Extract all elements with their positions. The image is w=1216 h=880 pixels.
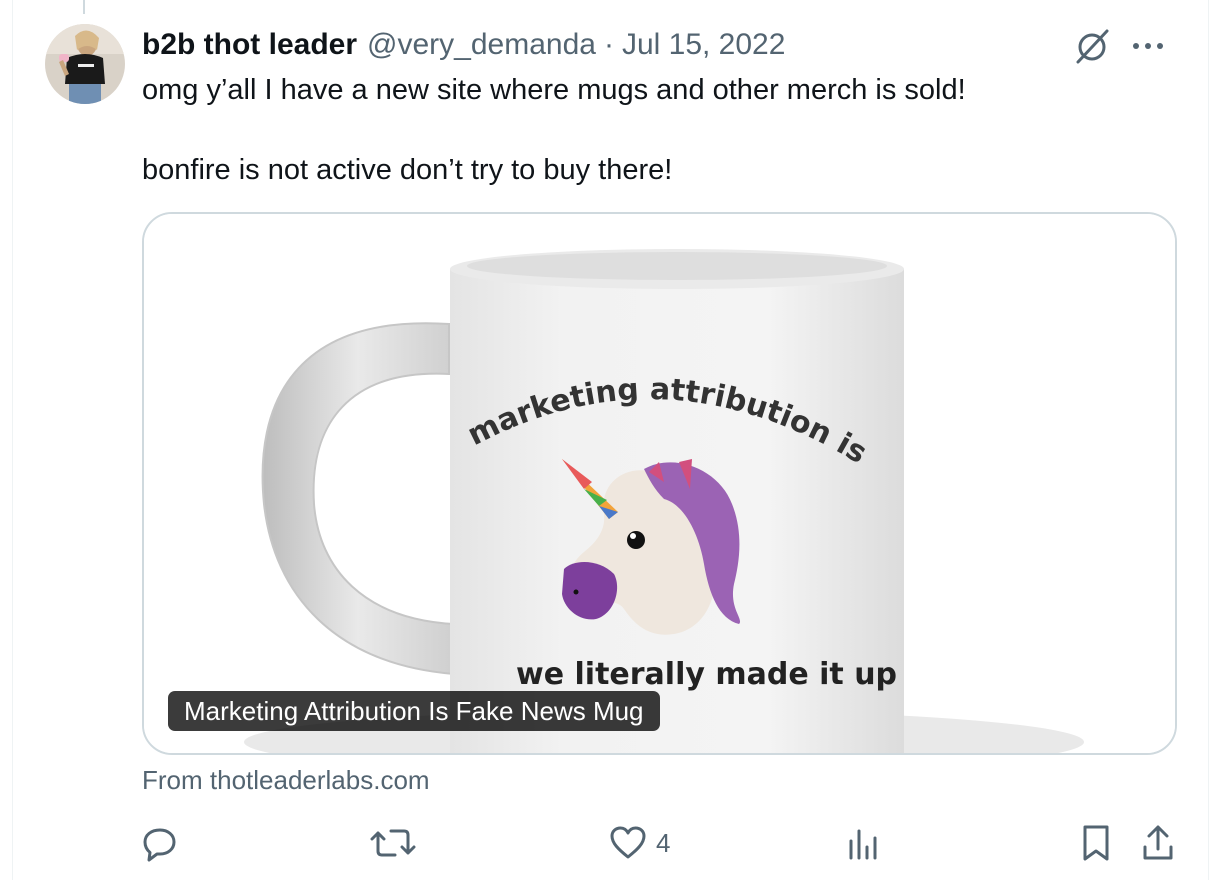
action-bar: 4 bbox=[0, 816, 1216, 870]
bookmark-button[interactable] bbox=[1078, 816, 1114, 870]
heart-icon bbox=[610, 826, 646, 859]
timeline-border-left bbox=[12, 0, 13, 880]
views-button[interactable] bbox=[845, 816, 881, 870]
card-title[interactable]: Marketing Attribution Is Fake News Mug bbox=[168, 691, 660, 731]
tweet-header: b2b thot leader @very_demanda · Jul 15, … bbox=[142, 26, 785, 64]
mug-text-bottom: we literally made it up bbox=[516, 657, 897, 692]
avatar-image bbox=[45, 24, 125, 104]
share-icon bbox=[1143, 825, 1173, 860]
link-card[interactable]: marketing attribution is fake we literal… bbox=[142, 212, 1177, 755]
tweet-text-line: bonfire is not active don’t try to buy t… bbox=[142, 154, 673, 186]
bookmark-icon bbox=[1083, 825, 1109, 861]
tweet-text: omg y’all I have a new site where mugs a… bbox=[142, 70, 1162, 190]
analytics-icon bbox=[849, 829, 877, 860]
card-source-link[interactable]: From thotleaderlabs.com bbox=[142, 762, 430, 798]
thread-connector bbox=[83, 0, 85, 14]
retweet-button[interactable] bbox=[370, 816, 416, 870]
header-icons bbox=[1070, 24, 1170, 68]
tweet-text-line: omg y’all I have a new site where mugs a… bbox=[142, 74, 966, 106]
reply-button[interactable] bbox=[140, 816, 180, 870]
retweet-icon bbox=[370, 829, 416, 857]
tweet-date[interactable]: Jul 15, 2022 bbox=[622, 28, 785, 62]
timeline-border-right bbox=[1208, 0, 1209, 880]
separator-dot: · bbox=[603, 28, 614, 61]
grok-icon[interactable] bbox=[1070, 24, 1114, 68]
avatar[interactable] bbox=[45, 24, 125, 104]
like-count: 4 bbox=[656, 827, 671, 858]
like-button[interactable]: 4 bbox=[608, 816, 670, 870]
share-button[interactable] bbox=[1140, 816, 1176, 870]
display-name[interactable]: b2b thot leader bbox=[142, 28, 357, 62]
user-handle[interactable]: @very_demanda bbox=[367, 28, 596, 62]
mug-image: marketing attribution is fake we literal… bbox=[144, 214, 1175, 753]
reply-icon bbox=[143, 828, 176, 862]
more-options-icon[interactable] bbox=[1126, 24, 1170, 68]
